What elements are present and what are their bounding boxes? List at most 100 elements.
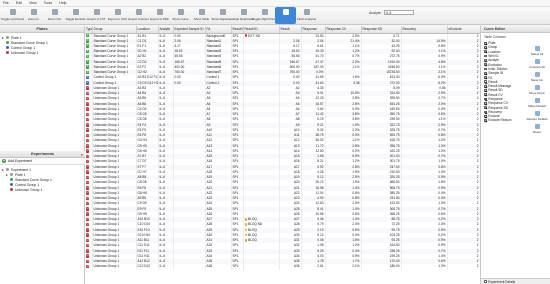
type-badge: U xyxy=(86,238,89,243)
toolbar-button-export-to-pdf[interactable]: Export to PDF xyxy=(149,7,170,24)
checkbox[interactable] xyxy=(484,63,487,67)
group-dot-icon xyxy=(6,51,9,54)
expand-arrow-icon[interactable] xyxy=(6,173,8,176)
toolbar-button-toggle-exclude[interactable]: Toggle Exclude xyxy=(65,7,86,24)
replicates-icon xyxy=(219,9,226,15)
checkbox[interactable] xyxy=(484,54,487,58)
column-header[interactable]: Response xyxy=(301,26,326,34)
export-csv-icon xyxy=(114,9,121,15)
toolbar-button-export-to-csv[interactable]: Export to CSV xyxy=(107,7,128,24)
type-badge: U xyxy=(86,165,89,169)
results-table-panel: TypeGroupLocationAnalyteExpected Sample … xyxy=(85,26,480,284)
checkbox[interactable] xyxy=(484,110,487,114)
analyte-select[interactable]: IL-6 xyxy=(383,10,414,15)
checkbox[interactable] xyxy=(484,71,487,75)
checkbox[interactable] xyxy=(484,106,487,109)
toolbar-button-export-to-excel[interactable]: Export to Excel xyxy=(128,7,149,24)
checkbox[interactable] xyxy=(484,67,487,71)
checkbox[interactable] xyxy=(484,58,487,62)
table-cell: C3 D3 G12 H12 xyxy=(136,80,159,86)
left-panel: Plates Plate 1 Standard Curve Group 1 Cont… xyxy=(0,26,85,284)
checkbox[interactable] xyxy=(484,41,487,45)
toolbar-button-toggle-left-panel[interactable]: Toggle Left Panel xyxy=(1,7,24,24)
toolbar-button-label: Toggle Right Panel xyxy=(251,16,278,21)
column-header[interactable]: nExclude xyxy=(447,26,480,34)
type-badge: U xyxy=(86,128,89,132)
column-header[interactable]: Analyte xyxy=(158,26,174,34)
checkbox[interactable] xyxy=(484,89,487,92)
checkbox[interactable] xyxy=(484,114,487,118)
toolbar-button-show-table[interactable]: Show Table xyxy=(191,7,212,24)
checkbox[interactable] xyxy=(484,80,487,84)
warning-icon xyxy=(244,223,247,226)
tree-item[interactable]: Unknown Group 1 xyxy=(2,50,82,55)
add-experiment-button[interactable]: + Add Experiment xyxy=(0,158,85,165)
restore-default-button[interactable]: Restore Default xyxy=(526,111,548,121)
button-label: Select All xyxy=(530,52,544,56)
button-label: Reset xyxy=(533,130,541,134)
menu-item-view[interactable]: View xyxy=(29,1,37,5)
move-up-button[interactable]: Move Up xyxy=(526,72,548,82)
column-header[interactable]: Recovery xyxy=(401,26,448,34)
checkbox[interactable] xyxy=(484,46,487,49)
checkbox[interactable] xyxy=(484,119,487,122)
column-header[interactable]: Result xyxy=(279,26,302,34)
menu-item-tools[interactable]: Tools xyxy=(44,1,52,5)
column-header[interactable]: Result Message xyxy=(231,26,244,34)
checkbox[interactable] xyxy=(484,97,487,101)
toolbar-button-flush-analysis[interactable]: Flush Analysis xyxy=(296,7,317,24)
column-header[interactable]: Expected Sample ID xyxy=(173,26,206,34)
checkbox[interactable] xyxy=(484,84,487,88)
checkbox[interactable] xyxy=(484,50,487,54)
tree-item-label: Standard Curve Group 1 xyxy=(11,40,48,45)
table-row[interactable]: U Unknown Group 1 C12 D12 IL-6 A36 SPL A36 2.61… xyxy=(85,264,480,270)
column-header[interactable]: FA xyxy=(205,26,232,34)
make-default-button[interactable]: Make Default xyxy=(526,98,548,108)
table-icon xyxy=(198,9,205,15)
checkbox[interactable] xyxy=(484,93,487,97)
experiment-details-tab[interactable]: Experiment Details xyxy=(481,278,550,284)
button-label: Make Default xyxy=(528,104,546,108)
table-cell: A3 B3 E12 F12 xyxy=(136,75,159,81)
column-header[interactable]: Response CV xyxy=(325,26,362,34)
checkbox[interactable] xyxy=(484,101,487,105)
checkbox xyxy=(484,280,487,283)
toolbar-button-zoom-in[interactable]: Zoom In xyxy=(23,7,44,24)
toolbar-button-toggle-right-panel[interactable]: Toggle Right Panel xyxy=(251,7,278,24)
type-badge: U xyxy=(86,86,89,90)
export-pdf-icon xyxy=(156,9,163,15)
toolbar-button-hide-replicates[interactable]: Hide Replicates xyxy=(233,7,254,24)
close-icon[interactable]: × xyxy=(81,152,83,157)
column-header[interactable]: Location xyxy=(136,26,159,34)
menu-item-help[interactable]: Help xyxy=(59,1,66,5)
column-header[interactable]: Type xyxy=(85,26,93,34)
tree-item[interactable]: Unknown Group 1 xyxy=(2,187,83,192)
toolbar-button-show-replicates[interactable]: Show Replicates xyxy=(211,7,234,24)
toolbar-button-export-to-txt[interactable]: Export to TXT xyxy=(86,7,107,24)
flush-icon xyxy=(303,9,310,15)
move-down-button[interactable]: Move Down xyxy=(526,85,548,95)
toolbar-button-zoom-out[interactable]: Zoom Out xyxy=(44,7,65,24)
checkbox[interactable] xyxy=(484,76,487,79)
table-cell: Unknown Group 1 xyxy=(92,264,137,270)
expand-arrow-icon[interactable] xyxy=(2,36,4,39)
reset-button[interactable]: Reset xyxy=(526,124,548,134)
column-header[interactable]: Response SD xyxy=(361,26,402,34)
menu-item-file[interactable]: File xyxy=(3,1,9,5)
button-label: Move Up xyxy=(530,78,543,82)
menu-bar: File Edit View Tools Help xyxy=(0,0,550,7)
menu-item-edit[interactable]: Edit xyxy=(16,1,22,5)
group-dot-icon xyxy=(10,173,13,176)
type-badge: U xyxy=(86,123,89,127)
tree-item-label: Unknown Group 1 xyxy=(11,50,39,55)
select-all-button[interactable]: Select All xyxy=(526,46,548,56)
tree-item-label: Unknown Group 1 xyxy=(15,187,43,192)
column-header[interactable]: Group xyxy=(92,26,137,34)
column-header[interactable]: Result ID xyxy=(243,26,280,34)
warning-icon xyxy=(244,233,247,237)
export-excel-icon xyxy=(135,9,142,15)
unselect-all-button[interactable]: Unselect All xyxy=(526,59,548,69)
toolbar-button-active-view[interactable] xyxy=(275,7,296,24)
toolbar-button-show-curve[interactable]: Show Curve xyxy=(170,7,191,24)
expand-arrow-icon[interactable] xyxy=(2,168,4,171)
